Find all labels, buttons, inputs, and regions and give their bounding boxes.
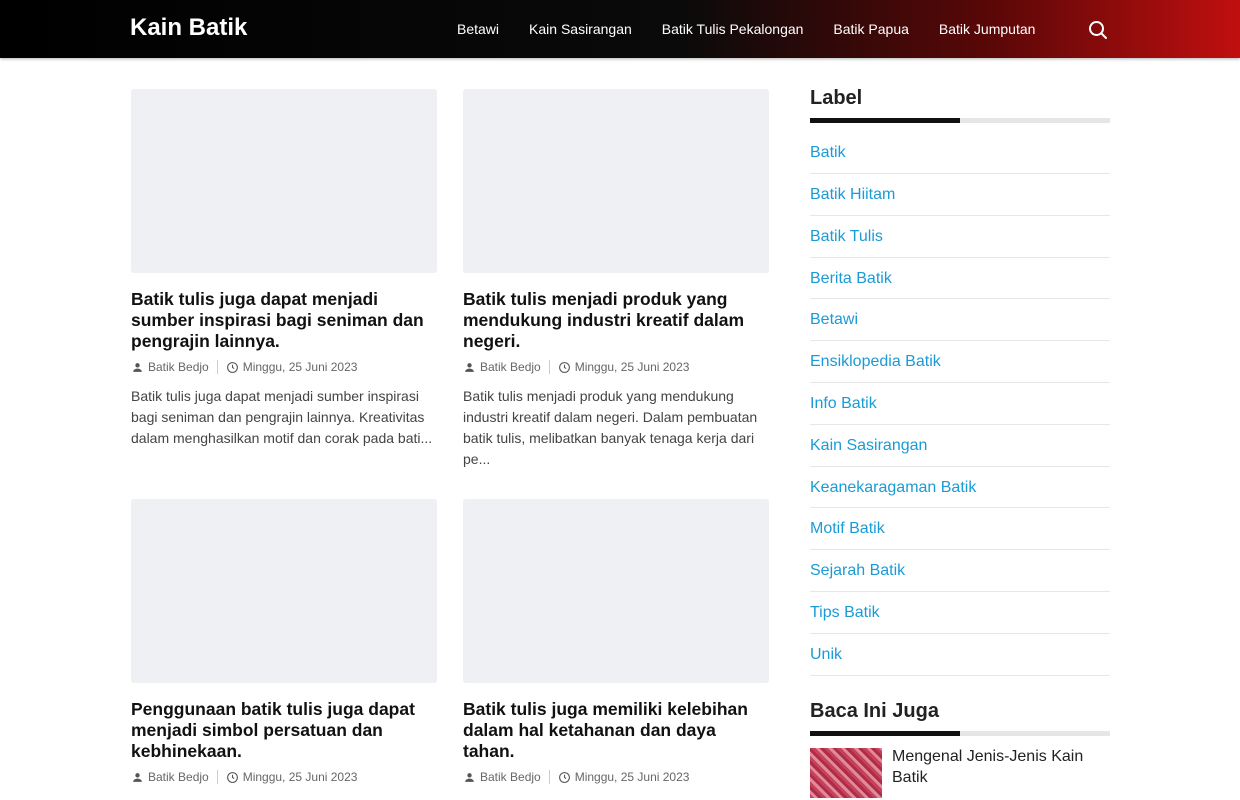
baca-widget: Baca Ini Juga Mengenal Jenis-Jenis Kain … [810, 698, 1110, 798]
post-date: Minggu, 25 Juni 2023 [574, 360, 690, 374]
clock-icon [558, 771, 570, 783]
top-navbar: Kain Batik Betawi Kain Sasirangan Batik … [0, 0, 1240, 58]
post-thumbnail[interactable] [463, 499, 769, 683]
post-thumbnail[interactable] [131, 499, 437, 683]
post-title[interactable]: Batik tulis juga dapat menjadi sumber in… [131, 289, 437, 352]
widget-title-underline [810, 730, 1110, 736]
post-author[interactable]: Batik Bedjo [148, 770, 209, 784]
post-author[interactable]: Batik Bedjo [148, 360, 209, 374]
person-icon [133, 772, 142, 782]
post-meta: Batik Bedjo Minggu, 25 Juni 2023 [463, 769, 769, 785]
post-date: Minggu, 25 Juni 2023 [242, 770, 358, 784]
related-post-thumbnail[interactable] [810, 747, 882, 798]
label-link[interactable]: Batik Hiitam [810, 174, 1110, 216]
clock-icon [558, 361, 570, 373]
post-title[interactable]: Batik tulis juga memiliki kelebihan dala… [463, 699, 769, 762]
post-meta: Batik Bedjo Minggu, 25 Juni 2023 [131, 769, 437, 785]
post-thumbnail[interactable] [463, 89, 769, 273]
label-link[interactable]: Sejarah Batik [810, 550, 1110, 592]
label-link[interactable]: Tips Batik [810, 592, 1110, 634]
post-card: Penggunaan batik tulis juga dapat menjad… [131, 499, 437, 785]
label-link[interactable]: Betawi [810, 299, 1110, 342]
label-link[interactable]: Batik Tulis [810, 216, 1110, 258]
menu-item-batik-jumputan[interactable]: Batik Jumputan [924, 0, 1051, 58]
post-meta: Batik Bedjo Minggu, 25 Juni 2023 [131, 359, 437, 375]
related-post[interactable]: Mengenal Jenis-Jenis Kain Batik [810, 746, 1110, 798]
menu-item-batik-papua[interactable]: Batik Papua [818, 0, 924, 58]
site-brand[interactable]: Kain Batik [130, 13, 247, 43]
post-title[interactable]: Batik tulis menjadi produk yang mendukun… [463, 289, 769, 352]
label-link[interactable]: Berita Batik [810, 258, 1110, 300]
label-widget-title: Label [810, 87, 863, 109]
label-link[interactable]: Kain Sasirangan [810, 425, 1110, 467]
related-post-title[interactable]: Mengenal Jenis-Jenis Kain Batik [892, 746, 1110, 788]
clock-icon [226, 771, 238, 783]
label-list: Batik Batik Hiitam Batik Tulis Berita Ba… [810, 131, 1110, 676]
menu-item-betawi[interactable]: Betawi [442, 0, 514, 58]
main-menu: Betawi Kain Sasirangan Batik Tulis Pekal… [442, 0, 1050, 58]
label-link[interactable]: Ensiklopedia Batik [810, 341, 1110, 383]
post-author[interactable]: Batik Bedjo [480, 770, 541, 784]
sidebar: Label Batik Batik Hiitam Batik Tulis Ber… [810, 85, 1110, 798]
search-icon[interactable] [1086, 18, 1110, 42]
post-card: Batik tulis juga memiliki kelebihan dala… [463, 499, 769, 785]
baca-widget-title: Baca Ini Juga [810, 699, 939, 722]
label-link[interactable]: Keanekaragaman Batik [810, 467, 1110, 509]
post-card: Batik tulis menjadi produk yang mendukun… [463, 89, 769, 470]
widget-title-underline [810, 118, 1110, 123]
person-icon [465, 362, 474, 372]
post-title[interactable]: Penggunaan batik tulis juga dapat menjad… [131, 699, 437, 762]
post-card: Batik tulis juga dapat menjadi sumber in… [131, 89, 437, 449]
label-link[interactable]: Unik [810, 634, 1110, 676]
person-icon [465, 772, 474, 782]
label-link[interactable]: Motif Batik [810, 508, 1110, 551]
post-thumbnail[interactable] [131, 89, 437, 273]
post-author[interactable]: Batik Bedjo [480, 360, 541, 374]
post-date: Minggu, 25 Juni 2023 [242, 360, 358, 374]
menu-item-batik-tulis-pekalongan[interactable]: Batik Tulis Pekalongan [647, 0, 819, 58]
post-date: Minggu, 25 Juni 2023 [574, 770, 690, 784]
post-excerpt: Batik tulis menjadi produk yang mendukun… [463, 388, 758, 467]
label-link[interactable]: Batik [810, 131, 1110, 174]
person-icon [133, 362, 142, 372]
label-link[interactable]: Info Batik [810, 383, 1110, 425]
post-meta: Batik Bedjo Minggu, 25 Juni 2023 [463, 359, 769, 375]
post-excerpt: Batik tulis juga dapat menjadi sumber in… [131, 388, 433, 446]
menu-item-kain-sasirangan[interactable]: Kain Sasirangan [514, 0, 647, 58]
clock-icon [226, 361, 238, 373]
